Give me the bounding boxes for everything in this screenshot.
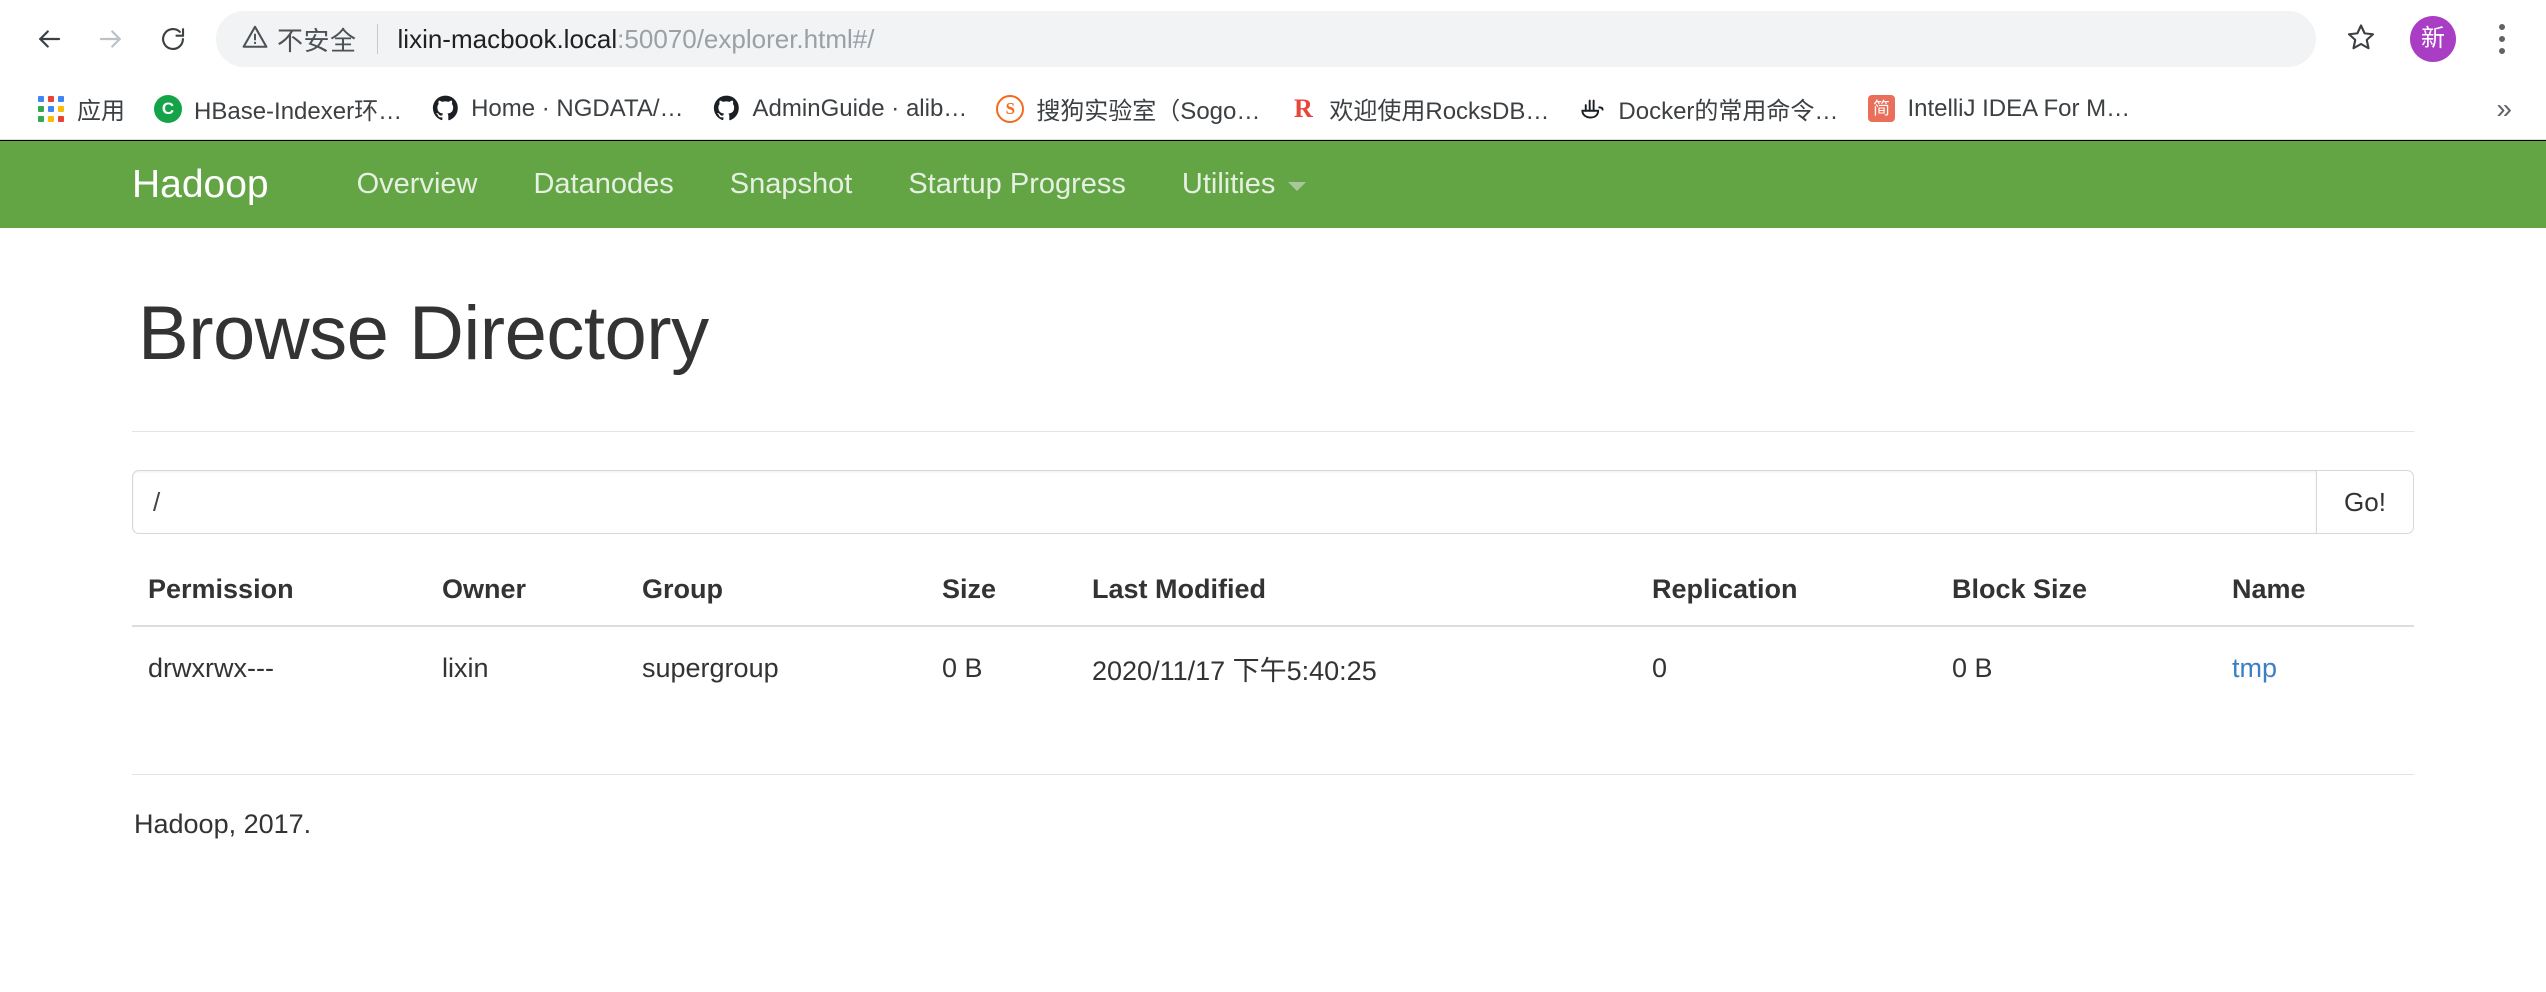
profile-avatar[interactable]: 新 [2410,16,2456,62]
browser-chrome: 不安全 lixin-macbook.local:50070/explorer.h… [0,0,2546,140]
column-header-name: Name [2232,568,2414,627]
bookmark-home-ngdata[interactable]: Home · NGDATA/… [416,88,697,130]
table-row[interactable]: drwxrwx--- lixin supergroup 0 B 2020/11/… [132,626,2414,710]
nav-label: Datanodes [533,168,674,200]
jianshu-icon: 简 [1866,94,1896,124]
sogou-icon: S [995,94,1025,124]
bookmark-label: 应用 [77,98,125,125]
url-host: lixin-macbook.local [397,23,618,54]
bookmark-star-button[interactable] [2330,8,2392,70]
bookmark-docker-commands[interactable]: Docker的常用命令… [1563,85,1852,132]
hadoop-nav-links: Overview Datanodes Snapshot Startup Prog… [329,168,1335,201]
cell-permission: drwxrwx--- [148,653,274,683]
bookmark-label: 欢迎使用RocksDB… [1329,98,1550,125]
footer-divider [132,774,2414,775]
nav-label: Overview [356,168,478,200]
rocksdb-r-icon: R [1293,93,1313,123]
bookmark-label: 搜狗实验室（Sogo… [1036,98,1261,125]
bookmark-label: Home · NGDATA/… [471,94,684,122]
table-head: Permission Owner Group Size Last Modifie… [132,568,2414,627]
column-header-permission: Permission [132,568,442,627]
column-header-last-modified: Last Modified [1092,568,1652,627]
hadoop-navbar: Hadoop Overview Datanodes Snapshot Start… [0,140,2546,228]
bookmarks-overflow-button[interactable]: » [2482,91,2526,127]
warning-triangle-icon [242,24,268,55]
bookmark-adminguide-alibaba[interactable]: AdminGuide · alib… [698,88,982,130]
nav-item-snapshot[interactable]: Snapshot [702,168,881,201]
nav-item-startup-progress[interactable]: Startup Progress [880,168,1154,201]
kebab-menu-icon [2499,24,2505,30]
bookmark-sogou-lab[interactable]: S 搜狗实验室（Sogo… [981,85,1274,132]
column-header-group: Group [642,568,942,627]
path-search-group: Go! [132,470,2414,534]
forward-button[interactable] [80,8,142,70]
reload-button[interactable] [142,8,204,70]
url-text[interactable]: lixin-macbook.local:50070/explorer.html#… [398,24,2306,55]
cell-owner: lixin [442,653,489,683]
back-button[interactable] [18,8,80,70]
nav-item-utilities[interactable]: Utilities [1154,168,1334,201]
page-container: Browse Directory Go! Permission Owner Gr… [0,290,2546,840]
bookmarks-bar: 应用 C HBase-Indexer环… Home · NGDATA/… Adm… [0,78,2546,140]
cell-last-modified: 2020/11/17 下午5:40:25 [1092,656,1377,686]
bookmark-label: IntelliJ IDEA For M… [1907,94,2131,122]
bookmark-apps[interactable]: 应用 [22,85,139,132]
reload-icon [159,25,187,53]
column-header-owner: Owner [442,568,642,627]
security-label: 不安全 [277,25,357,56]
nav-item-datanodes[interactable]: Datanodes [505,168,701,201]
go-button[interactable]: Go! [2316,470,2414,534]
hadoop-brand[interactable]: Hadoop [132,163,269,207]
bookmark-label: Docker的常用命令… [1618,98,1839,125]
bookmark-rocksdb[interactable]: R 欢迎使用RocksDB… [1274,85,1563,132]
column-header-block-size: Block Size [1952,568,2232,627]
omnibox-divider [376,24,378,54]
directory-listing-table: Permission Owner Group Size Last Modifie… [132,568,2414,710]
star-icon [2346,22,2376,57]
apps-grid-icon [36,94,66,124]
column-header-size: Size [942,568,1092,627]
docker-whale-icon [1577,94,1607,124]
table-body: drwxrwx--- lixin supergroup 0 B 2020/11/… [132,626,2414,710]
site-security-chip[interactable]: 不安全 [242,21,357,58]
browser-toolbar: 不安全 lixin-macbook.local:50070/explorer.h… [0,0,2546,78]
cell-block-size: 0 B [1952,653,1993,683]
footer-text: Hadoop, 2017. [134,809,312,839]
cell-group: supergroup [642,653,779,683]
title-divider [132,431,2414,432]
bookmark-intellij-idea[interactable]: 简 IntelliJ IDEA For M… [1852,88,2144,130]
nav-label: Snapshot [729,168,853,200]
chevron-down-icon [1288,182,1307,191]
page-title: Browse Directory [138,291,709,376]
nav-label: Utilities [1181,168,1276,200]
nav-item-overview[interactable]: Overview [329,168,506,201]
github-icon [712,94,742,124]
bookmark-hbase-indexer[interactable]: C HBase-Indexer环… [139,85,416,132]
chrome-c-icon: C [153,94,183,124]
forward-arrow-icon [96,24,126,54]
address-bar[interactable]: 不安全 lixin-macbook.local:50070/explorer.h… [216,11,2316,67]
bookmark-label: AdminGuide · alib… [752,94,968,122]
column-header-replication: Replication [1652,568,1952,627]
cell-replication: 0 [1652,653,1668,683]
path-input[interactable] [132,470,2316,534]
bookmark-label: HBase-Indexer环… [194,98,403,125]
file-name-link[interactable]: tmp [2232,653,2277,683]
table-header-row: Permission Owner Group Size Last Modifie… [132,568,2414,627]
github-icon [430,94,460,124]
browser-menu-button[interactable] [2482,8,2522,70]
nav-label: Startup Progress [908,168,1126,200]
back-arrow-icon [34,24,64,54]
cell-size: 0 B [942,653,983,683]
url-path: :50070/explorer.html#/ [617,23,875,54]
cell-name: tmp [2232,626,2414,710]
